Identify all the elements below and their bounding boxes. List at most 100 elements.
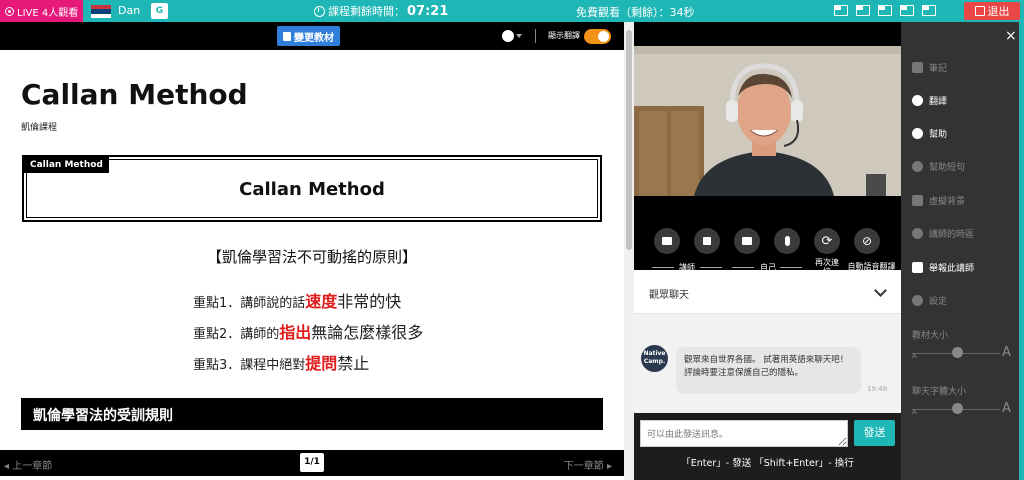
self-camera-button[interactable] (734, 228, 760, 254)
close-icon[interactable]: × (1005, 28, 1017, 44)
page-indicator: 1/1 (300, 453, 324, 472)
principle-point-1: 重點1．講師說的話速度非常的快 (193, 288, 401, 312)
timer-label: 課程剩餘時間： (328, 5, 405, 18)
send-button[interactable]: 發送 (854, 420, 895, 446)
exit-button[interactable]: 退出 (964, 2, 1020, 20)
prev-chapter-link[interactable]: ◂ 上一章節 (4, 457, 52, 472)
auto-translate-button[interactable]: ⊘ (854, 228, 880, 254)
show-translation-toggle[interactable] (584, 29, 611, 44)
video-panel: ⟳ ⊘ 講師 自己 再次連接 自動語音翻譯 (634, 22, 901, 276)
google-translate-icon[interactable]: G (151, 3, 168, 19)
menu-item-help[interactable]: 幫助 (912, 127, 947, 140)
menu-item-virtual-background[interactable]: 虛擬背景 (912, 194, 965, 207)
exit-label: 退出 (987, 5, 1010, 18)
self-group-line (780, 267, 802, 268)
chat-font-size-slider[interactable]: A A (912, 400, 1012, 416)
self-mic-button[interactable] (774, 228, 800, 254)
microphone-icon (784, 236, 790, 246)
chat-font-size-label: 聊天字體大小 (912, 384, 966, 397)
menu-item-label: 筆記 (929, 64, 948, 74)
layout-4-icon[interactable] (900, 5, 914, 16)
scrollbar-thumb[interactable] (626, 30, 632, 250)
point-prefix: 重點2．講師的 (193, 327, 280, 342)
chat-keyboard-hint: 「Enter」- 發送 「Shift+Enter」- 換行 (681, 458, 854, 469)
menu-item-label: 講師的時區 (929, 230, 975, 240)
slider-knob[interactable] (952, 403, 963, 414)
reconnect-button[interactable]: ⟳ (814, 228, 840, 254)
point-highlight: 指出 (279, 323, 312, 342)
slider-knob[interactable] (952, 347, 963, 358)
material-size-slider[interactable]: A A (912, 344, 1012, 360)
free-watch-remaining: 免費觀看（剩餘）：34秒 (576, 6, 695, 19)
show-translation-label: 顯示翻譯 (548, 31, 580, 40)
point-highlight: 速度 (305, 292, 338, 311)
callan-box-title: Callan Method (239, 179, 385, 200)
toolbar-divider (535, 29, 536, 43)
refresh-icon: ⟳ (821, 233, 833, 249)
globe-icon (502, 29, 514, 42)
side-menu: × 筆記 翻譯 幫助 幫助短句 虛擬背景 講師的時區 舉報此講師 設定 教材大小… (901, 22, 1024, 480)
layout-1-icon[interactable] (834, 5, 848, 16)
timezone-icon (912, 228, 923, 239)
layout-3-icon[interactable] (878, 5, 892, 16)
next-chapter-link[interactable]: 下一章節 ▸ (564, 457, 612, 472)
timer-value: 07:21 (407, 3, 449, 19)
globe-icon (912, 95, 923, 106)
menu-item-help-phrases[interactable]: 幫助短句 (912, 160, 965, 173)
layout-5-icon[interactable] (922, 5, 936, 16)
lesson-material-panel: 變更教材 顯示翻譯 Callan Method 凱倫課程 Callan Meth… (0, 22, 624, 480)
self-group-line (732, 267, 754, 268)
lesson-content: Callan Method 凱倫課程 Callan Method Callan … (0, 50, 624, 450)
principle-point-2: 重點2．講師的指出無論怎麼樣很多 (193, 319, 423, 343)
lesson-toolbar: 變更教材 顯示翻譯 (0, 22, 624, 50)
menu-item-tutor-timezone[interactable]: 講師的時區 (912, 227, 974, 240)
menu-item-label: 幫助短句 (929, 163, 966, 173)
layout-2-icon[interactable] (856, 5, 870, 16)
prev-chapter-label: 上一章節 (12, 461, 53, 472)
live-viewers-badge[interactable]: LIVE 4人觀看 (0, 0, 83, 22)
menu-item-notes[interactable]: 筆記 (912, 61, 947, 74)
big-a-icon: A (1002, 401, 1011, 416)
menu-item-settings[interactable]: 設定 (912, 294, 947, 307)
lesson-subtitle: 凱倫課程 (21, 123, 58, 133)
tutor-volume-button[interactable] (694, 228, 720, 254)
rules-heading: 凱倫學習法的受訓規則 (21, 398, 603, 430)
chat-bubble-icon (912, 161, 923, 172)
help-icon (912, 128, 923, 139)
language-select[interactable] (502, 28, 524, 44)
point-highlight: 提問 (305, 354, 338, 373)
audience-chat-panel: 觀眾聊天 Native Camp. 觀眾來自世界各國。 試著用英語來聊天吧！評論… (634, 270, 901, 480)
material-size-label: 教材大小 (912, 328, 948, 341)
tutor-group-line (700, 267, 722, 268)
image-icon (912, 195, 923, 206)
clock-icon (314, 5, 325, 17)
tutor-video (634, 46, 901, 196)
live-label: LIVE 4人觀看 (17, 7, 79, 19)
principles-title: 【凱倫學習法不可動搖的原則】 (206, 248, 417, 266)
nativecamp-avatar: Native Camp. (641, 345, 668, 372)
point-prefix: 重點3．課程中絕對 (193, 358, 306, 373)
chat-input[interactable] (640, 420, 848, 447)
chevron-down-icon[interactable] (874, 284, 887, 297)
point-suffix: 禁止 (337, 354, 370, 373)
point-suffix: 無論怎麼樣很多 (311, 323, 424, 342)
lesson-scrollbar[interactable] (624, 22, 634, 480)
note-icon (912, 62, 923, 73)
menu-item-label: 翻譯 (929, 97, 948, 107)
layout-switcher (834, 5, 936, 16)
menu-item-label: 設定 (929, 297, 948, 307)
menu-item-report-tutor[interactable]: 舉報此講師 (912, 261, 974, 274)
chat-message-time: 19:48 (867, 385, 888, 393)
tutor-video-image (634, 46, 901, 196)
principle-point-3: 重點3．課程中絕對提問禁止 (193, 350, 369, 374)
tutor-name[interactable]: Dan (118, 4, 140, 17)
chat-header[interactable]: 觀眾聊天 (634, 270, 901, 314)
change-material-button[interactable]: 變更教材 (277, 26, 340, 46)
speaker-icon (703, 237, 711, 245)
menu-item-translate[interactable]: 翻譯 (912, 94, 947, 107)
lesson-pagination: ◂ 上一章節 1/1 下一章節 ▸ (0, 450, 624, 476)
flag-icon (912, 262, 923, 273)
translate-off-icon: ⊘ (861, 234, 873, 248)
video-controls: ⟳ ⊘ 講師 自己 再次連接 自動語音翻譯 (634, 228, 901, 276)
tutor-camera-button[interactable] (654, 228, 680, 254)
